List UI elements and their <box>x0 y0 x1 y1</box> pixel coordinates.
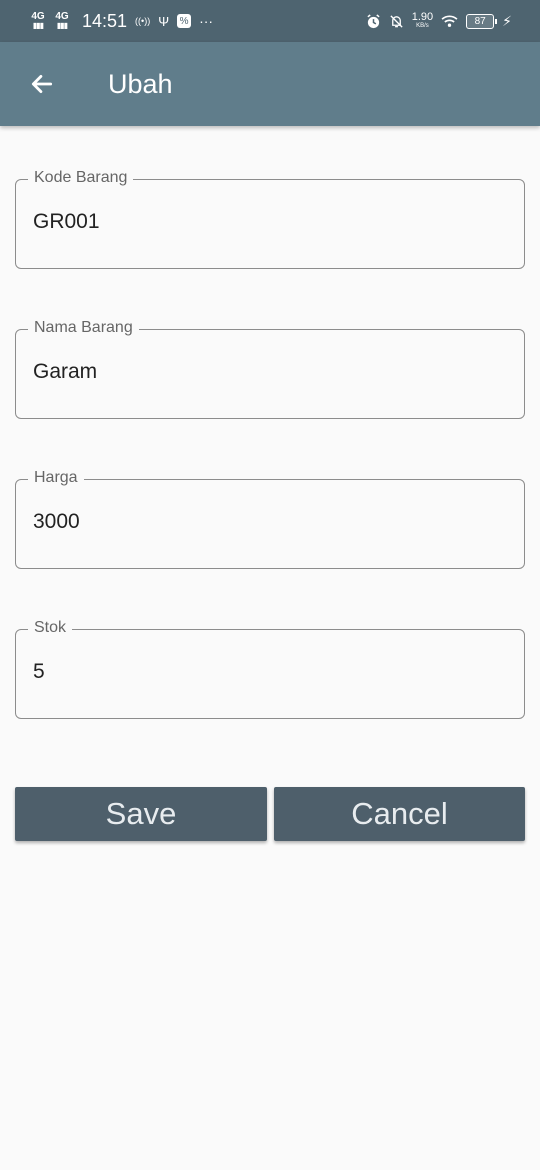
status-right: 1.90 KB/s 87 ⚡︎ <box>366 12 512 30</box>
save-button[interactable]: Save <box>15 787 267 841</box>
app-notification-icon: % <box>177 14 192 28</box>
status-bar: 4G ▮▮▮ 4G ▮▮▮ 14:51 ((•)) Ψ % ··· 1.90 K… <box>0 0 540 42</box>
nama-barang-field[interactable]: Nama Barang <box>15 319 525 419</box>
alarm-icon <box>366 13 381 29</box>
cancel-button[interactable]: Cancel <box>274 787 525 841</box>
stok-label: Stok <box>28 619 73 637</box>
network-speed: 1.90 KB/s <box>412 12 433 30</box>
usb-icon: Ψ <box>158 13 170 29</box>
hotspot-icon: ((•)) <box>135 16 151 26</box>
battery-level: 87 <box>474 15 486 27</box>
charging-bolt-icon: ⚡︎ <box>502 12 512 29</box>
page-title: Ubah <box>108 68 173 99</box>
signal-bars-icon: ▮▮▮ <box>32 21 44 30</box>
network-2-indicator: 4G ▮▮▮ <box>54 12 70 31</box>
kode-barang-label: Kode Barang <box>28 169 134 187</box>
battery-icon: 87 <box>466 13 498 29</box>
wifi-icon <box>441 15 458 28</box>
nama-barang-input[interactable] <box>33 360 503 384</box>
harga-input[interactable] <box>33 510 503 534</box>
kode-barang-input[interactable] <box>33 210 503 234</box>
stok-input[interactable] <box>33 660 503 684</box>
signal-bars-icon: ▮▮▮ <box>56 21 68 30</box>
arrow-left-icon <box>31 75 53 93</box>
nama-barang-label: Nama Barang <box>28 319 139 337</box>
more-notifications-icon: ··· <box>199 13 214 29</box>
stok-field[interactable]: Stok <box>15 619 525 719</box>
bell-off-icon <box>389 14 404 29</box>
harga-label: Harga <box>28 469 84 487</box>
speed-unit: KB/s <box>416 23 429 29</box>
harga-field[interactable]: Harga <box>15 469 525 569</box>
back-button[interactable] <box>0 42 84 126</box>
status-time: 14:51 <box>82 10 128 31</box>
status-left: 4G ▮▮▮ 4G ▮▮▮ 14:51 ((•)) Ψ % ··· <box>30 11 213 32</box>
app-bar: Ubah <box>0 42 540 126</box>
kode-barang-field[interactable]: Kode Barang <box>15 169 525 269</box>
network-1-indicator: 4G ▮▮▮ <box>30 12 46 31</box>
